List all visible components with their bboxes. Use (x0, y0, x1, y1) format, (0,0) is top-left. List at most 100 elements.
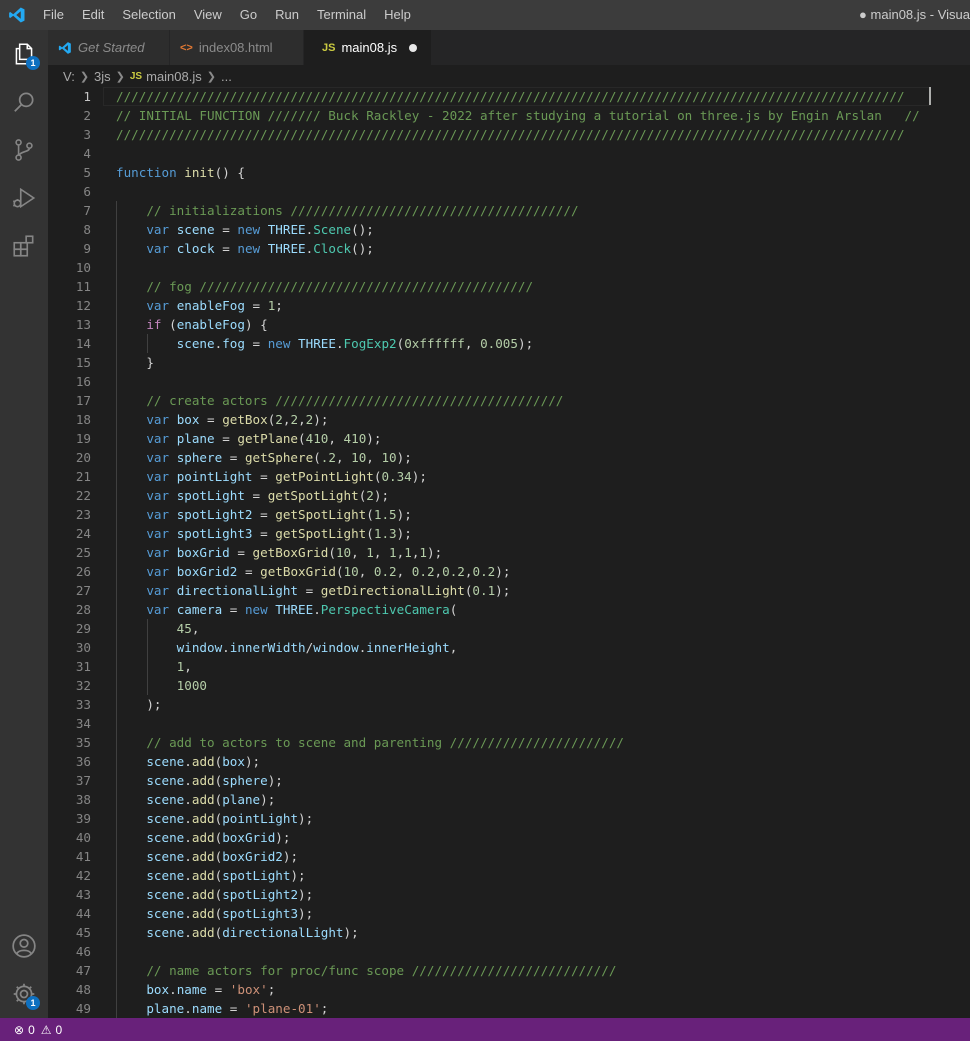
line-number[interactable]: 36 (48, 752, 91, 771)
code-line[interactable]: 42 scene.add(spotLight); (48, 866, 970, 885)
menu-item-edit[interactable]: Edit (73, 0, 113, 30)
menu-item-file[interactable]: File (34, 0, 73, 30)
code-line[interactable]: 45 scene.add(directionalLight); (48, 923, 970, 942)
breadcrumb-file[interactable]: main08.js (146, 69, 202, 84)
line-number[interactable]: 30 (48, 638, 91, 657)
line-number[interactable]: 32 (48, 676, 91, 695)
code-line[interactable]: 18 var box = getBox(2,2,2); (48, 410, 970, 429)
line-number[interactable]: 28 (48, 600, 91, 619)
line-number[interactable]: 45 (48, 923, 91, 942)
code-line[interactable]: 24 var spotLight3 = getSpotLight(1.3); (48, 524, 970, 543)
code-line[interactable]: 23 var spotLight2 = getSpotLight(1.5); (48, 505, 970, 524)
warning-count[interactable]: 0 (56, 1023, 63, 1037)
line-number[interactable]: 46 (48, 942, 91, 961)
search-button[interactable] (0, 78, 48, 126)
breadcrumb-symbol[interactable]: ... (221, 69, 232, 84)
line-number[interactable]: 43 (48, 885, 91, 904)
error-count[interactable]: 0 (28, 1023, 35, 1037)
code-line[interactable]: 12 var enableFog = 1; (48, 296, 970, 315)
code-line[interactable]: 32 1000 (48, 676, 970, 695)
line-number[interactable]: 1 (48, 87, 91, 106)
unsaved-dot-icon[interactable] (409, 44, 417, 52)
code-line[interactable]: 49 plane.name = 'plane-01'; (48, 999, 970, 1018)
line-number[interactable]: 2 (48, 106, 91, 125)
line-number[interactable]: 6 (48, 182, 91, 201)
line-number[interactable]: 3 (48, 125, 91, 144)
code-line[interactable]: 41 scene.add(boxGrid2); (48, 847, 970, 866)
run-debug-button[interactable] (0, 174, 48, 222)
menu-item-terminal[interactable]: Terminal (308, 0, 375, 30)
code-line[interactable]: 26 var boxGrid2 = getBoxGrid(10, 0.2, 0.… (48, 562, 970, 581)
tab-get-started[interactable]: Get Started (48, 30, 170, 65)
line-number[interactable]: 16 (48, 372, 91, 391)
menu-item-selection[interactable]: Selection (113, 0, 184, 30)
breadcrumb-folder[interactable]: 3js (94, 69, 111, 84)
menu-item-help[interactable]: Help (375, 0, 420, 30)
line-number[interactable]: 38 (48, 790, 91, 809)
code-line[interactable]: 31 1, (48, 657, 970, 676)
line-number[interactable]: 47 (48, 961, 91, 980)
line-number[interactable]: 31 (48, 657, 91, 676)
line-number[interactable]: 39 (48, 809, 91, 828)
code-line[interactable]: 17 // create actors ////////////////////… (48, 391, 970, 410)
code-line[interactable]: 22 var spotLight = getSpotLight(2); (48, 486, 970, 505)
line-number[interactable]: 8 (48, 220, 91, 239)
code-line[interactable]: 16 (48, 372, 970, 391)
code-line[interactable]: 29 45, (48, 619, 970, 638)
code-line[interactable]: 5 function init() { (48, 163, 970, 182)
code-line[interactable]: 28 var camera = new THREE.PerspectiveCam… (48, 600, 970, 619)
line-number[interactable]: 41 (48, 847, 91, 866)
code-line[interactable]: 38 scene.add(plane); (48, 790, 970, 809)
line-number[interactable]: 7 (48, 201, 91, 220)
source-control-button[interactable] (0, 126, 48, 174)
code-line[interactable]: 6 (48, 182, 970, 201)
explorer-button[interactable]: 1 (0, 30, 48, 78)
code-line[interactable]: 46 (48, 942, 970, 961)
line-number[interactable]: 22 (48, 486, 91, 505)
code-line[interactable]: 36 scene.add(box); (48, 752, 970, 771)
line-number[interactable]: 44 (48, 904, 91, 923)
code-line[interactable]: 9 var clock = new THREE.Clock(); (48, 239, 970, 258)
line-number[interactable]: 40 (48, 828, 91, 847)
code-line[interactable]: 7 // initializations ///////////////////… (48, 201, 970, 220)
tab-main08-js[interactable]: JS main08.js (304, 30, 432, 65)
code-line[interactable]: 3 ///////////////////////////////////////… (48, 125, 970, 144)
code-line[interactable]: 4 (48, 144, 970, 163)
code-line[interactable]: 34 (48, 714, 970, 733)
manage-button[interactable]: 1 (0, 970, 48, 1018)
code-line[interactable]: 35 // add to actors to scene and parenti… (48, 733, 970, 752)
code-line[interactable]: 48 box.name = 'box'; (48, 980, 970, 999)
code-line[interactable]: 30 window.innerWidth/window.innerHeight, (48, 638, 970, 657)
code-line[interactable]: 14 scene.fog = new THREE.FogExp2(0xfffff… (48, 334, 970, 353)
code-line[interactable]: 21 var pointLight = getPointLight(0.34); (48, 467, 970, 486)
code-line[interactable]: 47 // name actors for proc/func scope //… (48, 961, 970, 980)
line-number[interactable]: 48 (48, 980, 91, 999)
line-number[interactable]: 20 (48, 448, 91, 467)
line-number[interactable]: 15 (48, 353, 91, 372)
line-number[interactable]: 33 (48, 695, 91, 714)
line-number[interactable]: 9 (48, 239, 91, 258)
line-number[interactable]: 17 (48, 391, 91, 410)
code-line[interactable]: 13 if (enableFog) { (48, 315, 970, 334)
tab-index08-html[interactable]: <> index08.html (170, 30, 304, 65)
line-number[interactable]: 34 (48, 714, 91, 733)
vscode-logo-icon[interactable] (8, 6, 26, 24)
extensions-button[interactable] (0, 222, 48, 270)
line-number[interactable]: 37 (48, 771, 91, 790)
code-line[interactable]: 43 scene.add(spotLight2); (48, 885, 970, 904)
line-number[interactable]: 26 (48, 562, 91, 581)
code-line[interactable]: 40 scene.add(boxGrid); (48, 828, 970, 847)
breadcrumb-drive[interactable]: V: (63, 69, 75, 84)
code-line[interactable]: 39 scene.add(pointLight); (48, 809, 970, 828)
code-line[interactable]: 1 ///////////////////////////////////////… (48, 87, 970, 106)
menu-item-go[interactable]: Go (231, 0, 266, 30)
code-line[interactable]: 2 // INITIAL FUNCTION /////// Buck Rackle… (48, 106, 970, 125)
code-line[interactable]: 8 var scene = new THREE.Scene(); (48, 220, 970, 239)
line-number[interactable]: 4 (48, 144, 91, 163)
line-number[interactable]: 19 (48, 429, 91, 448)
code-line[interactable]: 15 } (48, 353, 970, 372)
code-line[interactable]: 37 scene.add(sphere); (48, 771, 970, 790)
line-number[interactable]: 49 (48, 999, 91, 1018)
code-line[interactable]: 25 var boxGrid = getBoxGrid(10, 1, 1,1,1… (48, 543, 970, 562)
line-number[interactable]: 35 (48, 733, 91, 752)
